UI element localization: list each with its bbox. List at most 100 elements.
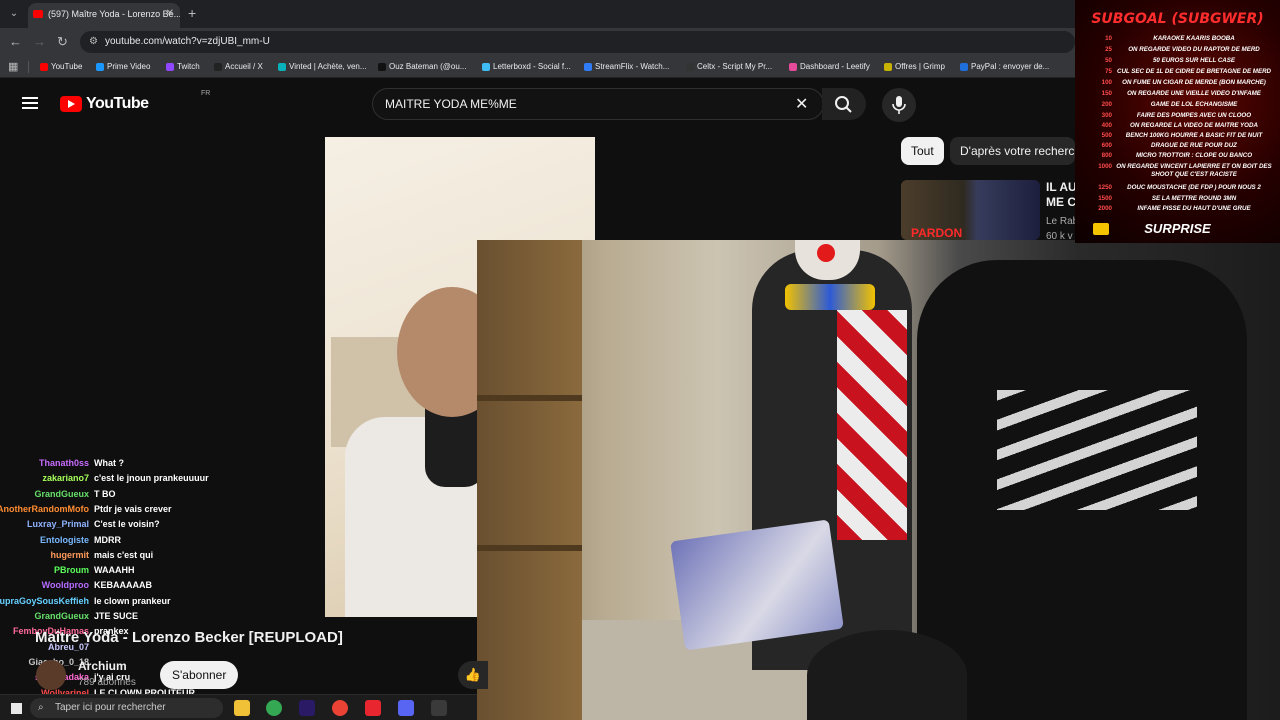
chat-text: What ? (94, 458, 124, 468)
bookmark-favicon-icon (584, 63, 592, 71)
video-title: Maître Yoda - Lorenzo Becker [REUPLOAD] (35, 629, 343, 646)
bookmark-item[interactable]: Twitch (166, 56, 200, 78)
premiere-icon[interactable] (299, 700, 315, 716)
subgoal-label: MICRO TROTTOIR : CLOPE OU BANCO (1135, 152, 1253, 159)
obs-icon[interactable] (431, 700, 447, 716)
chat-text: C'est le voisin? (94, 519, 160, 530)
related-title-line1: IL AU (1046, 180, 1075, 194)
related-video-thumbnail[interactable]: PARDON (901, 180, 1040, 240)
bookmark-item[interactable]: Letterboxd - Social f... (482, 56, 571, 78)
bookmark-item[interactable]: Dashboard - Leetify (789, 56, 870, 78)
bookmark-label: PayPal : envoyer de... (971, 62, 1050, 71)
windows-start-icon[interactable] (10, 702, 22, 714)
bookmark-item[interactable]: StreamFlix - Watch... (584, 56, 669, 78)
chat-message: AnotherRandomMofo Ptdr je vais crever (0, 502, 240, 517)
tab-search-icon[interactable]: ⌄ (6, 6, 22, 22)
chat-message: GrandGueux T BO (0, 487, 240, 502)
microphone-icon (892, 96, 906, 114)
subgoal-row: 400 ON REGARDE LA VIDEO DE MAITRE YODA (1075, 122, 1280, 130)
chat-message: zakariano7 c'est le jnoun prankeuuuur (0, 471, 240, 486)
bookmark-label: Prime Video (107, 62, 151, 71)
apps-grid-icon[interactable]: ▦ (8, 60, 18, 73)
related-video-title[interactable]: IL AU ME C (1046, 180, 1075, 210)
close-tab-icon[interactable]: ✕ (166, 3, 174, 25)
subgoal-label: GAME DE LOL ÉCHANGISME (1150, 101, 1238, 108)
menu-icon[interactable] (22, 97, 38, 109)
new-tab-icon[interactable]: + (188, 5, 196, 21)
chat-username: Luxray_Primal (26, 519, 89, 530)
chip-related-search[interactable]: D'après votre recherche (950, 137, 1075, 165)
bookmark-favicon-icon (40, 63, 48, 71)
search-input[interactable]: MAITRE YODA ME%ME ✕ (372, 88, 824, 120)
chat-message: Wooldproo KEBAAAAAB (0, 578, 240, 593)
chrome-icon[interactable] (266, 700, 282, 716)
like-button[interactable]: 👍 (458, 661, 488, 689)
bookmark-label: Twitch (177, 62, 200, 71)
bookmark-item[interactable]: YouTube (40, 56, 82, 78)
bookmark-favicon-icon (96, 63, 104, 71)
bookmark-favicon-icon (686, 63, 694, 71)
voice-search-button[interactable] (882, 88, 916, 122)
subgoal-label: ON REGARDE VINCENT LAPIERRE ET ON BOIT D… (1116, 163, 1272, 178)
subgoal-label: DRAGUE DE RUE POUR DUZ (1151, 142, 1237, 149)
file-explorer-icon[interactable] (234, 700, 250, 716)
related-video-channel[interactable]: Le Rab (1046, 216, 1075, 227)
search-icon: ⌕ (38, 702, 44, 713)
bookmark-item[interactable]: Celtx - Script My Pr... (686, 56, 772, 78)
cam-clown-nose (817, 244, 835, 262)
subscribe-button[interactable]: S'abonner (160, 661, 239, 689)
chat-username: Entologiste (40, 534, 89, 545)
subgoal-row: 100 ON FUME UN CIGAR DE MERDE (BON MARCHÉ… (1075, 79, 1280, 87)
search-query: MAITRE YODA ME%ME (385, 97, 517, 111)
bookmark-item[interactable]: Ouz Bateman (@ou... (378, 56, 467, 78)
search-button[interactable] (822, 88, 866, 120)
subgoal-row: 150 ON REGARDE UNE VIEILLE VIDEO D'INFAME (1075, 90, 1280, 98)
back-icon[interactable]: ← (9, 34, 22, 49)
bookmark-item[interactable]: Prime Video (96, 56, 150, 78)
bookmark-label: Offres | Grimp (895, 62, 945, 71)
bookmarks-divider (28, 61, 29, 73)
reload-icon[interactable]: ↻ (57, 34, 68, 50)
chat-username: PBroum (53, 565, 89, 576)
youtube-logo[interactable]: YouTube FR (60, 90, 210, 116)
discord-icon[interactable] (398, 700, 414, 716)
chat-username: zakariano7 (42, 473, 89, 484)
chat-message: Luxray_Primal C'est le voisin? (0, 517, 240, 532)
taskbar-search[interactable]: ⌕ Taper ici pour rechercher (30, 698, 223, 718)
subgoal-label: INFAME PISSE DU HAUT D'UNE GRUE (1137, 205, 1251, 212)
bookmark-item[interactable]: PayPal : envoyer de... (960, 56, 1049, 78)
bookmark-item[interactable]: Offres | Grimp (884, 56, 945, 78)
bookmark-item[interactable]: Accueil / X (214, 56, 263, 78)
subgoal-label: SE LA METTRE ROUND 3MN (1151, 195, 1237, 202)
chrome-profile-icon[interactable] (332, 700, 348, 716)
subgoal-row: 600 DRAGUE DE RUE POUR DUZ (1075, 142, 1280, 150)
forward-icon[interactable]: → (33, 34, 46, 49)
channel-avatar[interactable] (36, 660, 66, 690)
youtube-favicon-icon (33, 10, 43, 18)
related-title-line2: ME C (1046, 195, 1075, 209)
chat-message: Thanath0ss What ? (0, 456, 240, 471)
subgoal-label: DOUC MOUSTACHE (DE FDP ) POUR NOUS 2 (1127, 184, 1261, 191)
channel-name[interactable]: Archium (78, 659, 127, 673)
subgoal-final: SURPRISE (1144, 221, 1211, 236)
chip-all[interactable]: Tout (901, 137, 944, 165)
bookmark-favicon-icon (278, 63, 286, 71)
bookmark-label: YouTube (51, 62, 83, 71)
thumbnail-caption: PARDON (911, 226, 963, 240)
cam-clown-costume (837, 310, 907, 540)
creative-cloud-icon[interactable] (365, 700, 381, 716)
bookmark-label: Vinted | Achète, ven... (289, 62, 367, 71)
subgoal-label: ON REGARDE UNE VIEILLE VIDEO D'INFAME (1127, 90, 1261, 97)
bookmark-item[interactable]: Vinted | Achète, ven... (278, 56, 367, 78)
bookmark-favicon-icon (884, 63, 892, 71)
chat-username: hugermit (50, 549, 89, 560)
clear-search-icon[interactable]: ✕ (795, 94, 808, 114)
youtube-wordmark: YouTube (86, 95, 149, 112)
site-info-icon[interactable]: ⚙ (89, 31, 98, 53)
chat-username: GrandGueux (34, 611, 89, 621)
browser-tab[interactable]: (597) Maître Yoda - Lorenzo Be... ✕ (28, 3, 180, 28)
url-bar[interactable]: ⚙ youtube.com/watch?v=zdjUBI_mm-U (80, 31, 1075, 53)
webcam-overlay (477, 240, 1280, 720)
subgoal-row: 1000 ON REGARDE VINCENT LAPIERRE ET ON BO… (1075, 163, 1280, 181)
bookmark-favicon-icon (214, 63, 222, 71)
